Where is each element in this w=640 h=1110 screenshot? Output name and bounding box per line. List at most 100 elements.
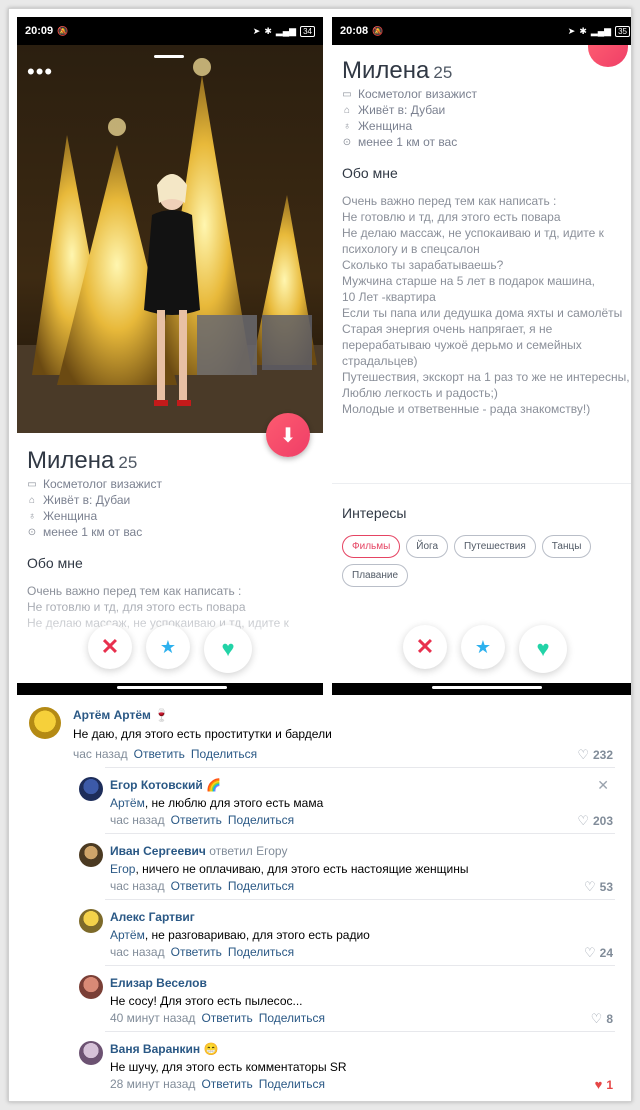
lives-row: ⌂ Живёт в: Дубаи <box>342 103 631 117</box>
mention-link[interactable]: Артём <box>110 796 145 810</box>
comment-author[interactable]: Артём Артём 🍷 <box>73 708 169 722</box>
author-name[interactable]: Ваня Варанкин <box>110 1042 200 1056</box>
avatar[interactable] <box>29 707 61 739</box>
job-text: Косметолог визажист <box>43 477 162 491</box>
photo-illustration <box>17 45 323 433</box>
about-title: Обо мне <box>342 165 398 181</box>
comment-divider <box>105 1031 615 1032</box>
person-icon: ♁ <box>343 120 351 132</box>
home-icon: ⌂ <box>28 494 36 506</box>
like-counter[interactable]: ♡ 232 <box>577 747 613 763</box>
nope-button[interactable]: ✕ <box>403 625 447 669</box>
profile-name-row: Милена 25 <box>27 447 317 475</box>
close-icon[interactable]: ✕ <box>597 777 609 794</box>
like-counter[interactable]: ♡ 24 <box>584 945 613 961</box>
comment-author[interactable]: Ваня Варанкин 😁 <box>110 1042 218 1056</box>
share-link[interactable]: Поделиться <box>259 1077 325 1091</box>
interest-chip: Плавание <box>342 564 409 587</box>
status-time: 20:08 <box>340 25 369 37</box>
status-bar: 20:09 🔕 ➤ ✱ ▂▄▆ 34 <box>17 17 323 45</box>
distance-text: менее 1 км от вас <box>358 135 458 149</box>
mute-icon: 🔕 <box>57 25 69 36</box>
mention-link[interactable]: Егор <box>110 862 135 876</box>
mute-icon: 🔕 <box>372 25 384 36</box>
reply-link[interactable]: Ответить <box>171 945 222 959</box>
like-counter[interactable]: ♡ 203 <box>577 813 613 829</box>
action-buttons: ✕ ★ ♥ <box>17 625 323 673</box>
star-icon: ★ <box>159 636 177 657</box>
like-counter[interactable]: ♡ 8 <box>591 1011 613 1027</box>
like-counter[interactable]: ♥ 1 <box>595 1077 613 1092</box>
lives-text: Живёт в: Дубаи <box>358 103 446 117</box>
comment-text: Не шучу, для этого есть комментаторы SR <box>110 1060 347 1074</box>
author-name[interactable]: Алекс Гартвиг <box>110 910 195 924</box>
reply-link[interactable]: Ответить <box>201 1077 252 1091</box>
author-name[interactable]: Артём Артём <box>73 708 151 722</box>
author-name[interactable]: Иван Сергеевич <box>110 844 206 858</box>
superlike-button[interactable]: ★ <box>146 625 190 669</box>
close-icon: ✕ <box>100 634 120 659</box>
comment-meta: 28 минут назад Ответить Поделиться <box>110 1077 325 1091</box>
comment-author[interactable]: Елизар Веселов <box>110 976 207 990</box>
lives-text: Живёт в: Дубаи <box>43 493 131 507</box>
author-name[interactable]: Егор Котовский <box>110 778 203 792</box>
like-count: 53 <box>599 880 613 894</box>
signal-icon: ▂▄▆ <box>275 25 297 36</box>
close-icon: ✕ <box>415 634 435 659</box>
comment-body: , не разговариваю, для этого есть радио <box>144 928 370 942</box>
like-button[interactable]: ♥ <box>204 625 252 673</box>
location-pin-icon: ⊙ <box>27 526 37 538</box>
profile-photo[interactable]: ••• <box>17 45 323 433</box>
share-link[interactable]: Поделиться <box>228 945 294 959</box>
comment-time[interactable]: 28 минут назад <box>110 1077 195 1091</box>
superlike-button[interactable]: ★ <box>461 625 505 669</box>
about-title: Обо мне <box>27 555 83 571</box>
heart-icon: ♥ <box>536 636 550 661</box>
battery-indicator: 34 <box>300 25 315 37</box>
comment-time[interactable]: час назад <box>73 747 128 761</box>
comment-time[interactable]: час назад <box>110 945 165 959</box>
reply-link[interactable]: Ответить <box>171 813 222 827</box>
more-options-icon[interactable]: ••• <box>27 59 53 85</box>
heart-icon: ♥ <box>221 636 235 661</box>
comment-body: , не люблю для этого есть мама <box>144 796 324 810</box>
avatar[interactable] <box>79 909 103 933</box>
avatar[interactable] <box>79 777 103 801</box>
comment-author[interactable]: Егор Котовский 🌈 <box>110 778 221 792</box>
share-link[interactable]: Поделиться <box>191 747 257 761</box>
comment-body: Не сосу! Для этого есть пылесос... <box>110 994 303 1008</box>
comment-meta: час назад Ответить Поделиться <box>73 747 257 761</box>
profile-name: Милена <box>27 447 115 474</box>
reply-link[interactable]: Ответить <box>201 1011 252 1025</box>
share-link[interactable]: Поделиться <box>259 1011 325 1025</box>
share-link[interactable]: Поделиться <box>228 879 294 893</box>
avatar[interactable] <box>79 1041 103 1065</box>
author-emoji: 🌈 <box>206 778 222 792</box>
home-indicator[interactable] <box>117 686 227 689</box>
like-counter[interactable]: ♡ 53 <box>584 879 613 895</box>
lives-row: ⌂ Живёт в: Дубаи <box>27 493 317 507</box>
like-button[interactable]: ♥ <box>519 625 567 673</box>
reply-link[interactable]: Ответить <box>171 879 222 893</box>
reply-link[interactable]: Ответить <box>134 747 185 761</box>
job-row: ▭ Косметолог визажист <box>342 87 631 101</box>
comment-time[interactable]: 40 минут назад <box>110 1011 195 1025</box>
comment-time[interactable]: час назад <box>110 813 165 827</box>
share-link[interactable]: Поделиться <box>228 813 294 827</box>
profile-age: 25 <box>433 63 453 82</box>
comment-time[interactable]: час назад <box>110 879 165 893</box>
like-count: 8 <box>606 1012 613 1026</box>
gender-text: Женщина <box>358 119 413 133</box>
nope-button[interactable]: ✕ <box>88 625 132 669</box>
avatar[interactable] <box>79 975 103 999</box>
comment-author[interactable]: Алекс Гартвиг <box>110 910 195 924</box>
profile-name: Милена <box>342 57 430 84</box>
heart-outline-icon: ♡ <box>577 747 589 762</box>
comment-author[interactable]: Иван Сергеевич ответил Егору <box>110 844 287 858</box>
author-name[interactable]: Елизар Веселов <box>110 976 207 990</box>
mention-link[interactable]: Артём <box>110 928 145 942</box>
home-indicator[interactable] <box>432 686 542 689</box>
status-time: 20:09 <box>25 25 54 37</box>
about-text: Очень важно перед тем как написать : Не … <box>342 194 630 416</box>
avatar[interactable] <box>79 843 103 867</box>
